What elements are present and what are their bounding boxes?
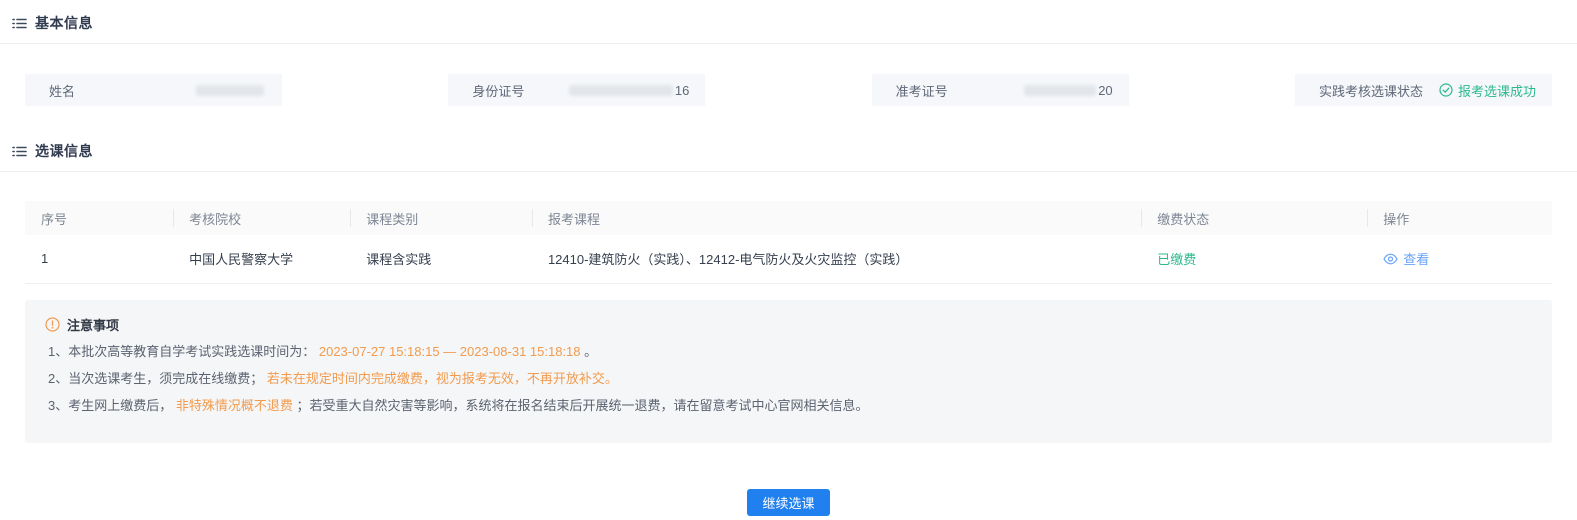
id-number-field: 身份证号 16 xyxy=(448,74,705,106)
page: 基本信息 姓名 身份证号 16 准考证号 20 实践考核选课状态 xyxy=(0,0,1577,520)
masked-value-blur xyxy=(569,85,673,96)
selection-status-field: 实践考核选课状态 报考选课成功 xyxy=(1295,74,1552,106)
cell-seq: 1 xyxy=(25,235,173,283)
notice-item-2-prefix: 2、当次选课考生，须完成在线缴费； xyxy=(48,371,263,386)
status-text: 报考选课成功 xyxy=(1458,81,1536,100)
warning-icon xyxy=(45,317,60,332)
footer: 继续选课 xyxy=(0,489,1577,516)
ticket-number-value: 20 xyxy=(1024,83,1112,98)
notice-box: 注意事项 1、本批次高等教育自学考试实践选课时间为： 2023-07-27 15… xyxy=(25,300,1552,443)
notice-header: 注意事项 xyxy=(45,315,1528,334)
cell-category: 课程含实践 xyxy=(350,235,532,283)
list-icon xyxy=(12,144,27,159)
selection-status-label: 实践考核选课状态 xyxy=(1319,81,1423,100)
notice-item-1-suffix: 。 xyxy=(584,344,597,359)
basic-info-header: 基本信息 xyxy=(0,0,1577,43)
notice-item-3-highlight: 非特殊情况概不退费 xyxy=(176,398,293,413)
payment-status-text: 已缴费 xyxy=(1157,252,1196,267)
status-badge: 报考选课成功 xyxy=(1439,81,1536,100)
course-info-header: 选课信息 xyxy=(0,128,1577,171)
id-value-suffix: 16 xyxy=(675,83,689,98)
ticket-value-suffix: 20 xyxy=(1098,83,1112,98)
ticket-number-field: 准考证号 20 xyxy=(872,74,1129,106)
table-row: 1 中国人民警察大学 课程含实践 12410-建筑防火（实践）、12412-电气… xyxy=(25,235,1552,283)
list-icon xyxy=(12,16,27,31)
name-label: 姓名 xyxy=(49,81,75,100)
col-header-payment: 缴费状态 xyxy=(1141,201,1367,235)
cell-action: 查看 xyxy=(1367,235,1552,283)
col-header-category: 课程类别 xyxy=(350,201,532,235)
id-number-label: 身份证号 xyxy=(472,81,524,100)
notice-item-1-highlight: 2023-07-27 15:18:15 — 2023-08-31 15:18:1… xyxy=(319,344,581,359)
notice-item-3-prefix: 3、考生网上缴费后， xyxy=(48,398,172,413)
basic-info-fields: 姓名 身份证号 16 准考证号 20 实践考核选课状态 xyxy=(25,74,1552,106)
table-header: 序号 考核院校 课程类别 报考课程 缴费状态 操作 xyxy=(25,201,1552,235)
col-header-action: 操作 xyxy=(1367,201,1552,235)
notice-item-3: 3、考生网上缴费后， 非特殊情况概不退费 ；若受重大自然灾害等影响，系统将在报名… xyxy=(45,392,1528,419)
col-header-courses: 报考课程 xyxy=(532,201,1141,235)
course-table: 序号 考核院校 课程类别 报考课程 缴费状态 操作 1 中国人民警察大学 课程含… xyxy=(25,201,1552,284)
notice-item-2-highlight: 若未在规定时间内完成缴费，视为报考无效，不再开放补交。 xyxy=(267,371,618,386)
continue-selection-button[interactable]: 继续选课 xyxy=(747,489,829,516)
name-value xyxy=(196,85,266,96)
notice-item-3-suffix: ；若受重大自然灾害等影响，系统将在报名结束后开展统一退费，请在留意考试中心官网相… xyxy=(297,398,869,413)
masked-value-blur xyxy=(196,85,264,96)
notice-item-2: 2、当次选课考生，须完成在线缴费； 若未在规定时间内完成缴费，视为报考无效，不再… xyxy=(45,365,1528,392)
notice-title: 注意事项 xyxy=(67,315,119,334)
notice-item-1-prefix: 1、本批次高等教育自学考试实践选课时间为： xyxy=(48,344,315,359)
cell-payment-status: 已缴费 xyxy=(1141,235,1367,283)
eye-icon xyxy=(1383,253,1398,265)
masked-value-blur xyxy=(1024,85,1096,96)
notice-item-1: 1、本批次高等教育自学考试实践选课时间为： 2023-07-27 15:18:1… xyxy=(45,338,1528,365)
divider xyxy=(0,43,1577,44)
col-header-seq: 序号 xyxy=(25,201,173,235)
id-number-value: 16 xyxy=(569,83,689,98)
view-link[interactable]: 查看 xyxy=(1383,249,1429,268)
cell-school: 中国人民警察大学 xyxy=(173,235,350,283)
name-field: 姓名 xyxy=(25,74,282,106)
divider xyxy=(0,171,1577,172)
col-header-school: 考核院校 xyxy=(173,201,350,235)
course-info-title: 选课信息 xyxy=(35,141,93,161)
view-link-text: 查看 xyxy=(1403,249,1429,268)
basic-info-title: 基本信息 xyxy=(35,13,93,33)
cell-courses: 12410-建筑防火（实践）、12412-电气防火及火灾监控（实践） xyxy=(532,235,1141,283)
ticket-number-label: 准考证号 xyxy=(896,81,948,100)
check-circle-icon xyxy=(1439,83,1453,97)
